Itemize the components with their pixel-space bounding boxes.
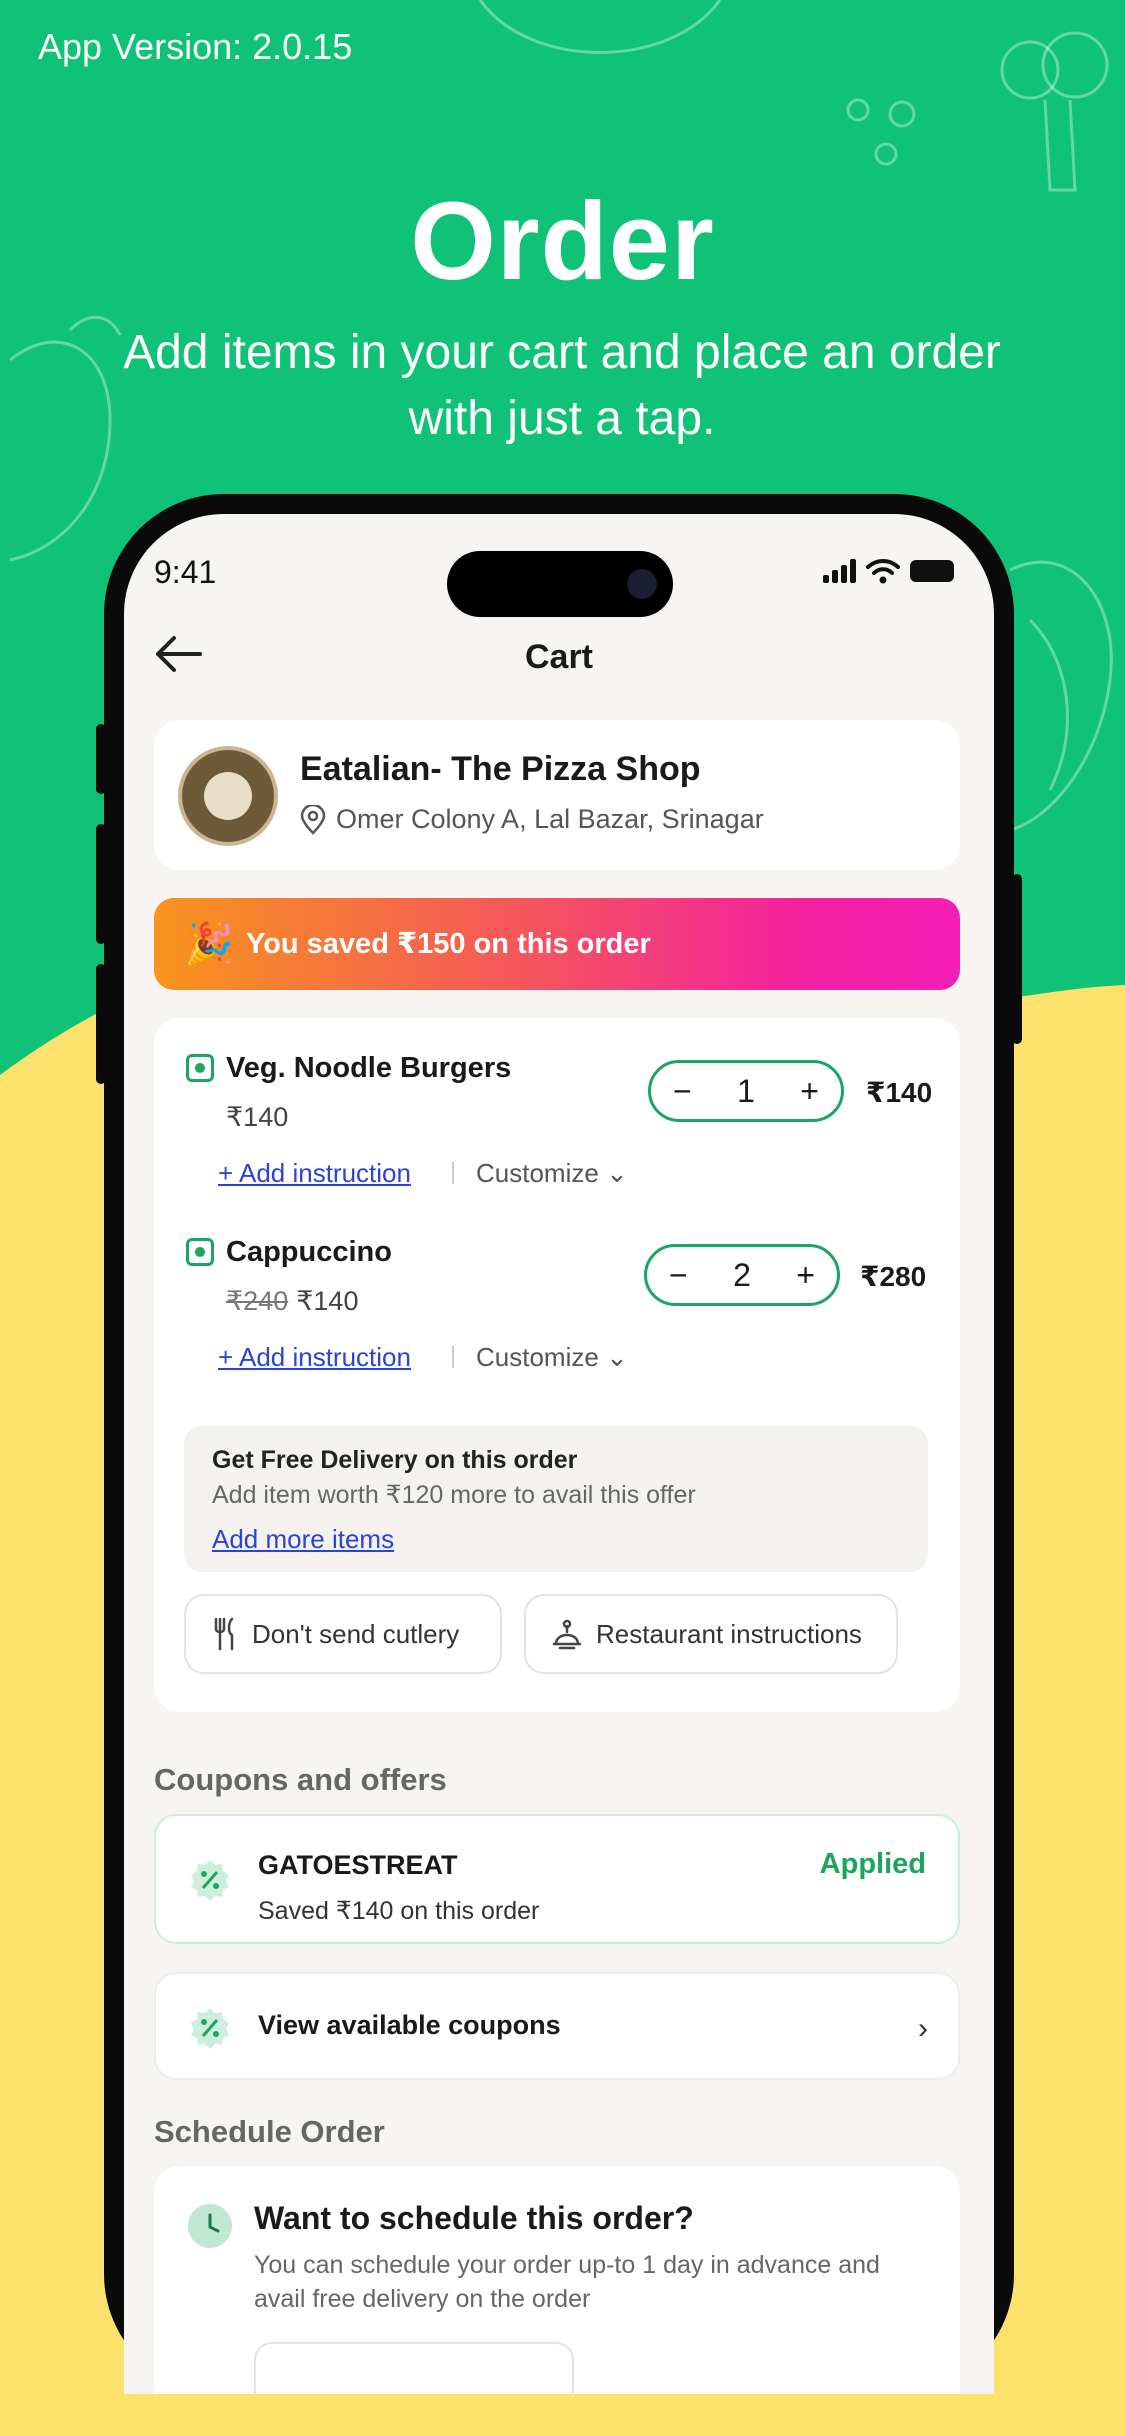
veg-indicator-icon <box>186 1054 214 1082</box>
divider <box>452 1162 454 1184</box>
schedule-order-card: Want to schedule this order? You can sch… <box>154 2166 960 2394</box>
schedule-button[interactable] <box>254 2342 574 2394</box>
schedule-section-title: Schedule Order <box>154 2114 385 2149</box>
decrement-button[interactable]: − <box>669 1257 688 1294</box>
broccoli-doodle-icon <box>1000 31 1109 192</box>
coupons-section-title: Coupons and offers <box>154 1762 447 1797</box>
clock-icon <box>188 2204 232 2248</box>
veg-indicator-icon <box>186 1238 214 1266</box>
dont-send-cutlery-button[interactable]: Don't send cutlery <box>184 1594 502 1674</box>
customize-dropdown[interactable]: Customize ⌄ <box>476 1342 628 1373</box>
restaurant-instructions-label: Restaurant instructions <box>596 1618 862 1649</box>
restaurant-instructions-button[interactable]: Restaurant instructions <box>524 1594 898 1674</box>
hero-subtitle: Add items in your cart and place an orde… <box>123 326 1001 445</box>
chevron-right-icon: › <box>918 2012 928 2045</box>
restaurant-card[interactable]: Eatalian- The Pizza Shop Omer Colony A, … <box>154 720 960 870</box>
signal-icon <box>823 559 856 583</box>
quantity-value: 1 <box>737 1072 755 1109</box>
savings-text: You saved ₹150 on this order <box>246 928 651 960</box>
add-more-items-link[interactable]: Add more items <box>212 1524 394 1555</box>
increment-button[interactable]: + <box>796 1257 815 1294</box>
hero-title: Order <box>410 180 715 303</box>
free-delivery-subtitle: Add item worth ₹120 more to avail this o… <box>212 1481 696 1509</box>
cutlery-icon <box>214 1617 234 1651</box>
app-version-label: App Version: 2.0.15 <box>38 26 353 67</box>
add-instruction-link[interactable]: + Add instruction <box>218 1158 411 1189</box>
quantity-stepper: − 2 + <box>644 1244 840 1306</box>
location-pin-icon <box>300 804 326 835</box>
item-price: ₹240 ₹140 <box>226 1286 359 1316</box>
item-total: ₹280 <box>860 1261 927 1292</box>
divider <box>452 1346 454 1368</box>
applied-coupon-card[interactable]: GATOESTREAT Saved ₹140 on this order App… <box>154 1814 960 1944</box>
cart-items-card: Veg. Noodle Burgers ₹140 − 1 + ₹140 + Ad… <box>154 1018 960 1712</box>
pepper-doodle-icon <box>9 315 122 562</box>
party-popper-icon: 🎉 <box>184 922 234 966</box>
item-original-price: ₹240 <box>226 1286 289 1316</box>
decrement-button[interactable]: − <box>673 1073 692 1110</box>
battery-icon <box>910 560 954 582</box>
schedule-title: Want to schedule this order? <box>254 2200 694 2236</box>
item-name: Veg. Noodle Burgers <box>226 1052 512 1084</box>
phone-volume-down <box>96 964 106 1084</box>
customize-dropdown[interactable]: Customize ⌄ <box>476 1158 628 1189</box>
chevron-down-icon: ⌄ <box>606 1158 628 1188</box>
cart-topbar: Cart <box>124 606 994 696</box>
restaurant-name: Eatalian- The Pizza Shop <box>300 750 701 788</box>
add-instruction-link[interactable]: + Add instruction <box>218 1342 411 1373</box>
discount-icon <box>191 1860 229 1901</box>
free-delivery-box: Get Free Delivery on this order Add item… <box>184 1426 928 1572</box>
wifi-icon <box>866 559 900 584</box>
leaf-doodle-icon <box>478 0 722 54</box>
chevron-down-icon: ⌄ <box>606 1342 628 1372</box>
page-title: Cart <box>524 638 594 676</box>
phone-screen: 9:41 Cart Eatalian- The Pizza Shop Omer … <box>124 514 994 2394</box>
restaurant-logo <box>178 746 278 846</box>
coupon-applied-status: Applied <box>819 1848 926 1880</box>
restaurant-address-row: Omer Colony A, Lal Bazar, Srinagar <box>300 804 764 835</box>
schedule-subtitle: You can schedule your order up-to 1 day … <box>254 2251 880 2313</box>
coupon-code: GATOESTREAT <box>258 1850 458 1880</box>
increment-button[interactable]: + <box>800 1073 819 1110</box>
phone-mute-switch <box>96 724 106 794</box>
cutlery-label: Don't send cutlery <box>252 1618 460 1649</box>
view-coupons-label: View available coupons <box>258 2010 561 2040</box>
status-icons <box>823 558 954 584</box>
chef-hat-icon <box>552 1619 582 1650</box>
item-price: ₹140 <box>226 1102 289 1132</box>
view-coupons-button[interactable]: View available coupons › <box>154 1972 960 2080</box>
discount-icon <box>191 2008 229 2049</box>
quantity-stepper: − 1 + <box>648 1060 844 1122</box>
phone-volume-up <box>96 824 106 944</box>
camera-icon <box>627 569 657 599</box>
quantity-value: 2 <box>733 1256 751 1293</box>
item-name: Cappuccino <box>226 1236 392 1268</box>
free-delivery-title: Get Free Delivery on this order <box>212 1446 578 1474</box>
coupon-saving: Saved ₹140 on this order <box>258 1897 540 1925</box>
status-time: 9:41 <box>154 554 217 590</box>
savings-banner: 🎉 You saved ₹150 on this order <box>154 898 960 990</box>
item-total: ₹140 <box>866 1077 933 1108</box>
phone-power-button <box>1012 874 1022 1044</box>
restaurant-address: Omer Colony A, Lal Bazar, Srinagar <box>336 804 764 834</box>
phone-mockup: 9:41 Cart Eatalian- The Pizza Shop Omer … <box>96 494 1022 2394</box>
